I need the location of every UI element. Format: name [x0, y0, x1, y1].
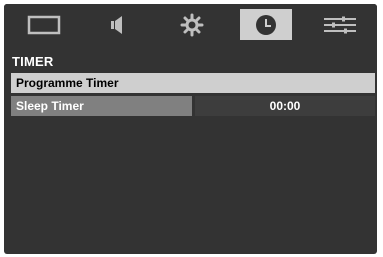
- menu-title: TIMER: [12, 54, 54, 69]
- menu-tab-bar: [4, 4, 377, 44]
- picture-icon: [27, 15, 61, 34]
- tab-timer[interactable]: [240, 9, 292, 40]
- tv-menu-screen: TIMER Programme Timer Sleep Timer 00:00: [4, 4, 377, 254]
- menu-item-label: Sleep Timer: [16, 99, 84, 113]
- sleep-timer-value: 00:00: [269, 99, 301, 113]
- menu-item-label: Programme Timer: [16, 76, 119, 90]
- sound-icon: [111, 15, 122, 34]
- tab-settings[interactable]: [166, 9, 218, 40]
- menu-item-label-cell: Sleep Timer: [11, 96, 192, 116]
- tab-picture[interactable]: [18, 9, 70, 40]
- options-sliders-icon: [324, 16, 356, 33]
- tab-sound[interactable]: [92, 9, 144, 40]
- menu-item-value-cell[interactable]: 00:00: [195, 96, 375, 116]
- menu-item-sleep-timer[interactable]: Sleep Timer 00:00: [11, 96, 375, 116]
- timer-clock-icon: [256, 14, 276, 35]
- tab-options[interactable]: [314, 9, 366, 40]
- menu-item-programme-timer[interactable]: Programme Timer: [11, 73, 375, 93]
- settings-gear-icon: [180, 13, 204, 36]
